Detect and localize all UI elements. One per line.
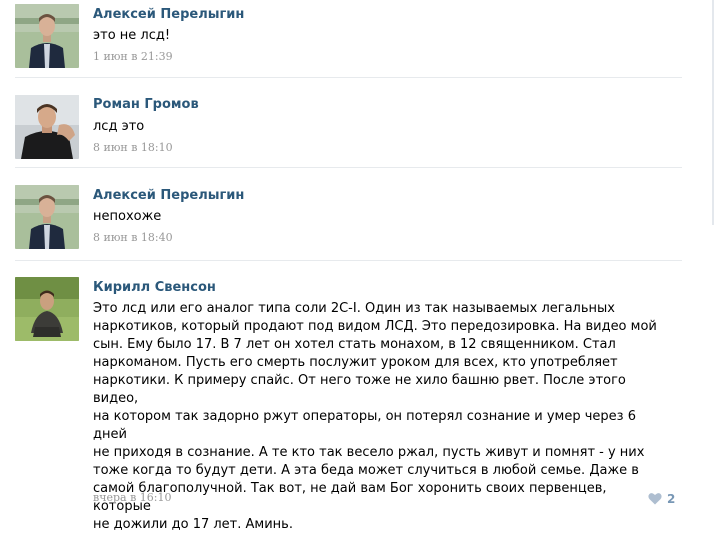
comment-date[interactable]: 8 июн в 18:10	[93, 141, 173, 154]
divider	[15, 77, 682, 78]
divider	[15, 167, 682, 168]
comment-text-line: сын. Ему было 17. В 7 лет он хотел стать…	[93, 337, 616, 352]
comment-text-line: наркотиков, который продают под видом ЛС…	[93, 319, 657, 334]
like-button[interactable]: 2	[648, 491, 675, 507]
avatar[interactable]	[15, 4, 79, 68]
like-count: 2	[667, 492, 676, 506]
comment-text-line: тоже когда то будут дети. А эта беда мож…	[93, 463, 639, 478]
comment-author[interactable]: Кирилл Свенсон	[93, 280, 216, 295]
comment-text-line: наркотики. К примеру спайс. От него тоже…	[93, 373, 626, 406]
comment-text-line: Это лсд или его аналог типа соли 2С-I. О…	[93, 301, 615, 316]
comment-text-line: не дожили до 17 лет. Аминь.	[93, 517, 293, 532]
avatar[interactable]	[15, 95, 79, 159]
comment-text-line: наркоманом. Пусть его смерть послужит ур…	[93, 355, 618, 370]
comment-date[interactable]: вчера в 16:10	[93, 491, 171, 504]
comment-text-line: на котором так задорно ржут операторы, о…	[93, 409, 636, 442]
comment-text: непохоже	[93, 209, 162, 224]
avatar[interactable]	[15, 277, 79, 341]
avatar[interactable]	[15, 185, 79, 249]
comment-text-line: самой благополучной. Так вот, не дай вам…	[93, 481, 607, 514]
comment-date[interactable]: 8 июн в 18:40	[93, 231, 173, 244]
comment-text: лсд это	[93, 119, 145, 134]
comment-text: это не лсд!	[93, 28, 171, 43]
scrollbar-track[interactable]	[712, 0, 714, 225]
comment-author[interactable]: Роман Громов	[93, 97, 199, 112]
comment-text-line: не приходя в сознание. А те кто так весе…	[93, 445, 645, 460]
comment-author[interactable]: Алексей Перелыгин	[93, 188, 244, 203]
comment-date[interactable]: 1 июн в 21:39	[93, 50, 173, 63]
divider	[15, 260, 682, 261]
heart-icon	[648, 490, 662, 509]
comment-author[interactable]: Алексей Перелыгин	[93, 7, 244, 22]
comment-text: Это лсд или его аналог типа соли 2С-I. О…	[93, 300, 663, 534]
